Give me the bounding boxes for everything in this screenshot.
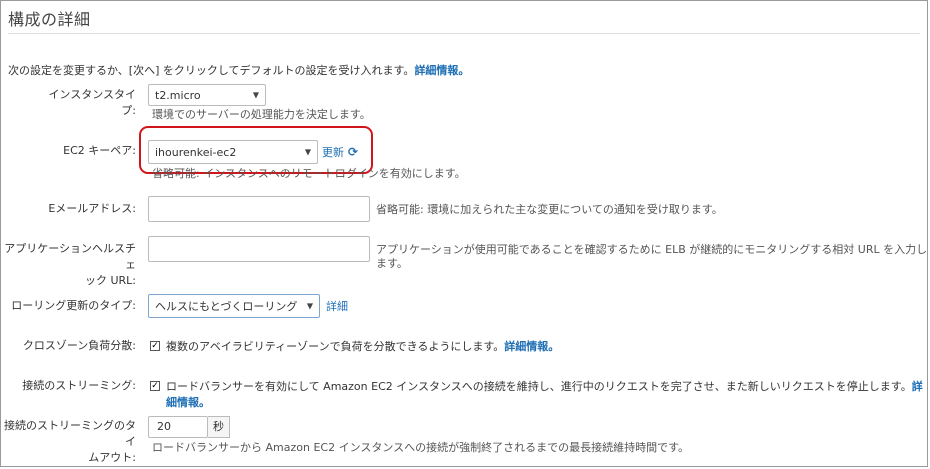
instance-type-value: t2.micro (155, 88, 201, 102)
rolling-update-select[interactable]: ヘルスにもとづくローリング ▼ (148, 294, 320, 318)
cross-zone-text: 複数のアベイラビリティーゾーンで負荷を分散できるようにします。詳細情報。 (166, 338, 559, 354)
draining-timeout-label-line2: ムアウト: (88, 451, 136, 464)
page-title: 構成の詳細 (8, 10, 91, 29)
draining-timeout-label: 接続のストリーミングのタイ ムアウト: (4, 418, 136, 466)
ec2-keypair-select[interactable]: ihourenkei-ec2 ▼ (148, 140, 318, 164)
draining-timeout-label-line1: 接続のストリーミングのタイ (4, 419, 136, 448)
health-check-label: アプリケーションヘルスチェ ック URL: (4, 241, 136, 289)
instance-type-label: インスタンスタイプ: (48, 88, 136, 117)
connection-draining-checkbox[interactable]: ✓ (150, 381, 160, 391)
ec2-keypair-label: EC2 キーペア: (63, 144, 136, 157)
refresh-icon[interactable]: ⟳ (348, 145, 358, 159)
instance-type-help: 環境でのサーバーの処理能力を決定します。 (152, 108, 371, 121)
health-check-help: アプリケーションが使用可能であることを確認するために ELB が継続的にモニタリ… (376, 243, 928, 270)
ec2-keypair-value: ihourenkei-ec2 (155, 145, 237, 159)
intro-text: 次の設定を変更するか、[次へ] をクリックしてデフォルトの設定を受け入れます。詳… (8, 62, 469, 78)
draining-timeout-help: ロードバランサーから Amazon EC2 インスタンスへの接続が強制終了される… (152, 441, 690, 454)
cross-zone-label: クロスゾーン負荷分散: (22, 339, 136, 352)
rolling-update-value: ヘルスにもとづくローリング (155, 300, 298, 313)
refresh-link[interactable]: 更新 (322, 146, 344, 159)
email-help: 省略可能: 環境に加えられた主な変更についての通知を受け取ります。 (376, 203, 723, 216)
health-check-label-line2: ック URL: (84, 274, 136, 287)
instance-type-select[interactable]: t2.micro ▼ (148, 84, 266, 106)
rolling-update-details-link[interactable]: 詳細 (326, 298, 348, 314)
draining-timeout-input[interactable]: 20 (148, 416, 208, 438)
cross-zone-more-info-link[interactable]: 詳細情報。 (504, 340, 559, 353)
email-label: Eメールアドレス: (48, 202, 136, 215)
connection-draining-text: ロードバランサーを有効にして Amazon EC2 インスタンスへの接続を維持し… (166, 378, 930, 410)
ec2-keypair-help: 省略可能: インスタンスへのリモートログインを有効にします。 (152, 167, 466, 180)
health-check-label-line1: アプリケーションヘルスチェ (4, 242, 136, 271)
draining-timeout-unit: 秒 (208, 416, 230, 438)
chevron-down-icon: ▼ (304, 147, 311, 157)
ec2-keypair-refresh[interactable]: 更新 ⟳ (322, 144, 358, 160)
email-input[interactable] (148, 196, 370, 222)
chevron-down-icon: ▼ (306, 301, 313, 311)
title-divider (8, 33, 920, 34)
cross-zone-checkbox[interactable]: ✓ (150, 341, 160, 351)
cross-zone-description: 複数のアベイラビリティーゾーンで負荷を分散できるようにします。 (166, 340, 505, 353)
intro-description: 次の設定を変更するか、[次へ] をクリックしてデフォルトの設定を受け入れます。 (8, 64, 415, 77)
intro-more-info-link[interactable]: 詳細情報。 (414, 64, 469, 77)
rolling-update-label: ローリング更新のタイプ: (11, 299, 136, 312)
health-check-url-input[interactable] (148, 236, 370, 262)
connection-draining-description: ロードバランサーを有効にして Amazon EC2 インスタンスへの接続を維持し… (166, 380, 912, 393)
connection-draining-label: 接続のストリーミング: (22, 379, 136, 392)
chevron-down-icon: ▼ (252, 90, 259, 100)
